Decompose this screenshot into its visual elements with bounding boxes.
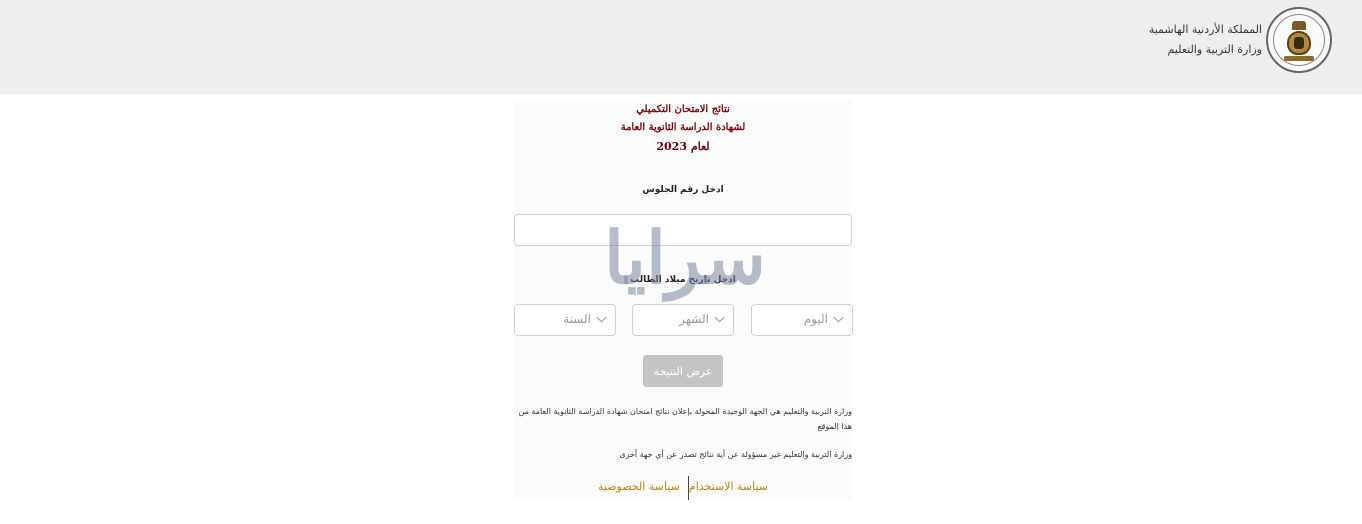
org-line-ministry: وزارة التربية والتعليم: [1167, 43, 1262, 56]
site-header: المملكة الأردنية الهاشمية وزارة التربية …: [0, 0, 1362, 94]
show-result-button[interactable]: عرض النتيجة: [643, 355, 723, 387]
month-select-text: الشهر: [679, 312, 709, 326]
page-title-line1: نتائج الامتحان التكميلي: [636, 104, 730, 115]
org-line-kingdom: المملكة الأردنية الهاشمية: [1148, 23, 1262, 36]
disclaimer-note: وزارة التربية والتعليم غير مسؤولة عن أية…: [619, 450, 852, 459]
organization-name: المملكة الأردنية الهاشمية وزارة التربية …: [1149, 20, 1262, 60]
footer-links: سياسة الاستخدام سياسة الخصوصية: [514, 476, 852, 500]
watermark-logo: سرايا: [603, 215, 768, 300]
ministry-emblem-icon: [1266, 7, 1332, 73]
chevron-down-icon: [833, 312, 844, 323]
page-title-line2: لشهادة الدراسة الثانوية العامة: [620, 122, 746, 133]
month-select[interactable]: الشهر: [632, 304, 734, 336]
page-title-year: لعام 2023: [656, 140, 710, 153]
terms-of-use-link[interactable]: سياسة الاستخدام: [689, 480, 768, 493]
seat-number-label: ادخل رقم الجلوس: [642, 185, 724, 195]
year-select-text: السنة: [563, 312, 591, 326]
year-select[interactable]: السنة: [514, 304, 616, 336]
privacy-policy-link[interactable]: سياسة الخصوصية: [598, 480, 680, 493]
chevron-down-icon: [596, 312, 607, 323]
chevron-down-icon: [714, 312, 725, 323]
footer-divider: [688, 476, 689, 500]
day-select[interactable]: اليوم: [751, 304, 853, 336]
official-source-note: وزارة التربية والتعليم هي الجهة الوحيدة …: [518, 407, 852, 431]
day-select-text: اليوم: [803, 312, 828, 326]
